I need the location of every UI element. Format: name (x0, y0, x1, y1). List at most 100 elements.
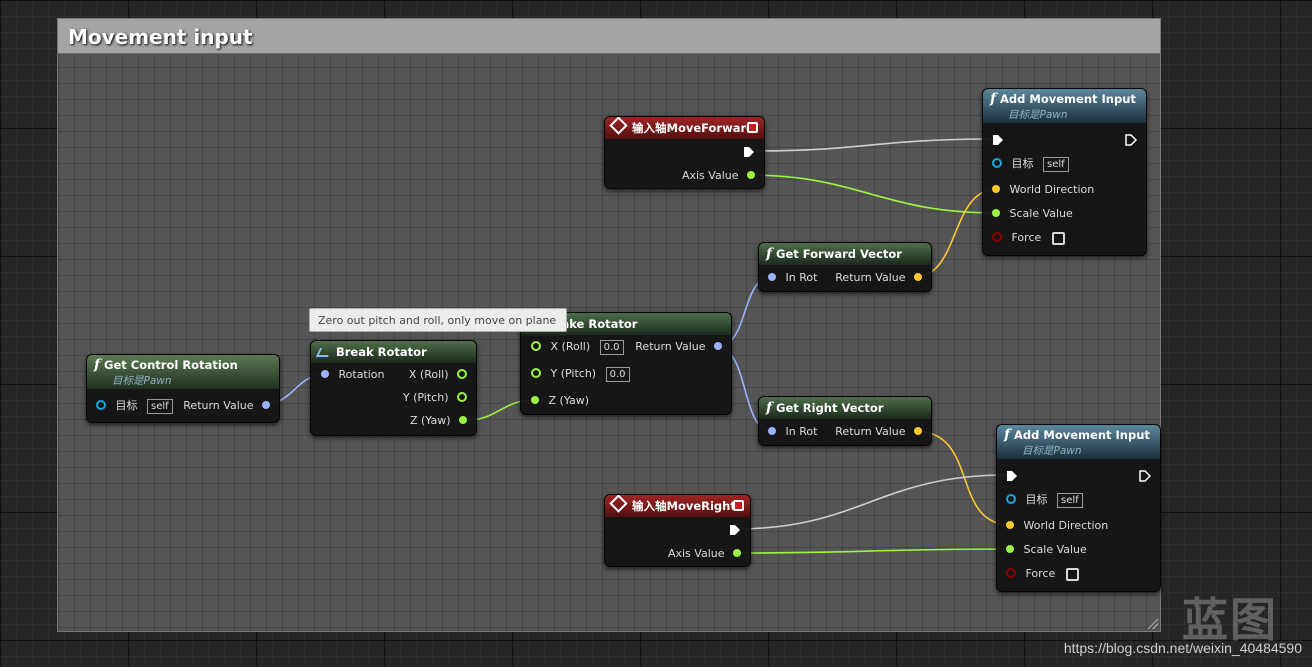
rotator-pin-icon[interactable] (714, 342, 722, 350)
node-title: Get Forward Vector (776, 247, 902, 261)
vector-pin-icon[interactable] (1006, 521, 1014, 529)
bool-pin-icon[interactable] (992, 232, 1002, 242)
pin-return-value[interactable]: Return Value (835, 270, 922, 286)
node-get-right-vector[interactable]: f Get Right Vector In Rot Return Value (758, 396, 932, 446)
pin-label: Rotation (338, 368, 385, 381)
node-header: f Get Right Vector (759, 397, 931, 419)
node-header: 输入轴MoveRight (605, 495, 750, 517)
pin-label: Return Value (835, 271, 906, 284)
pin-world-direction[interactable]: World Direction (1006, 518, 1108, 534)
float-pin-icon[interactable] (992, 209, 1000, 217)
float-pin-icon[interactable] (747, 171, 755, 179)
object-pin-icon[interactable] (1006, 494, 1016, 504)
node-header: 输入轴MoveForward (605, 117, 764, 139)
exec-pin-icon[interactable] (729, 524, 741, 536)
vector-pin-icon[interactable] (914, 273, 922, 281)
pin-force[interactable]: Force (992, 230, 1065, 246)
event-icon (609, 495, 628, 513)
float-pin-icon[interactable] (531, 368, 541, 378)
delegate-pin-icon[interactable] (733, 500, 744, 511)
exec-pin-icon[interactable] (992, 134, 1004, 146)
pin-target[interactable]: 目标 self (1006, 492, 1083, 508)
force-checkbox[interactable] (1051, 231, 1065, 245)
node-get-forward-vector[interactable]: f Get Forward Vector In Rot Return Value (758, 242, 932, 292)
pin-exec-out[interactable] (743, 144, 755, 160)
float-pin-icon[interactable] (1006, 545, 1014, 553)
pin-label: World Direction (1009, 183, 1095, 196)
pin-exec-out[interactable] (729, 522, 741, 538)
float-pin-icon[interactable] (733, 549, 741, 557)
float-pin-icon[interactable] (531, 341, 541, 351)
function-icon: f (766, 400, 773, 416)
pin-exec-in[interactable] (992, 132, 1004, 148)
comment-title[interactable]: Movement input (58, 19, 1160, 54)
pin-y-pitch[interactable]: Y (Pitch) (403, 390, 467, 406)
watermark-url: https://blog.csdn.net/weixin_40484590 (1063, 640, 1302, 656)
rotator-pin-icon[interactable] (768, 273, 776, 281)
rotator-pin-icon[interactable] (321, 370, 329, 378)
x-roll-field[interactable]: 0.0 (599, 339, 624, 355)
pin-target[interactable]: 目标 self (96, 398, 173, 414)
pin-exec-out[interactable] (1125, 132, 1137, 148)
pin-x-roll[interactable]: X (Roll) 0.0 (531, 339, 624, 355)
event-icon (609, 117, 628, 135)
node-input-move-right[interactable]: 输入轴MoveRight Axis Value (604, 494, 751, 567)
pin-label: Return Value (835, 425, 906, 438)
pin-label: In Rot (785, 271, 818, 284)
pin-return-value[interactable]: Return Value (183, 398, 270, 414)
function-icon: f (1004, 427, 1011, 443)
node-add-movement-input-right[interactable]: f Add Movement Input 目标是Pawn 目标 self Worl… (996, 424, 1161, 592)
vector-pin-icon[interactable] (992, 185, 1000, 193)
exec-pin-icon[interactable] (1006, 470, 1018, 482)
pin-label: 目标 (115, 399, 138, 412)
rotator-pin-icon[interactable] (768, 427, 776, 435)
node-title: Get Control Rotation (104, 358, 238, 372)
float-pin-icon[interactable] (457, 392, 467, 402)
object-pin-icon[interactable] (96, 400, 106, 410)
pin-return-value[interactable]: Return Value (835, 424, 922, 440)
pin-label: Y (Pitch) (402, 391, 449, 404)
exec-pin-icon[interactable] (743, 146, 755, 158)
node-input-move-forward[interactable]: 输入轴MoveForward Axis Value (604, 116, 765, 189)
pin-exec-out[interactable] (1139, 468, 1151, 484)
target-default-field[interactable]: self (1043, 156, 1069, 172)
bool-pin-icon[interactable] (1006, 568, 1016, 578)
float-pin-icon[interactable] (531, 396, 539, 404)
pin-in-rot[interactable]: In Rot (768, 424, 817, 440)
pin-rotation[interactable]: Rotation (321, 367, 385, 383)
node-break-rotator[interactable]: Break Rotator Rotation X (Roll) Y (Pitch… (310, 340, 477, 436)
pin-z-yaw[interactable]: Z (Yaw) (531, 393, 589, 409)
rotator-pin-icon[interactable] (262, 401, 270, 409)
float-pin-icon[interactable] (457, 369, 467, 379)
pin-label: X (Roll) (408, 368, 449, 381)
pin-label: 目标 (1025, 493, 1048, 506)
pin-in-rot[interactable]: In Rot (768, 270, 817, 286)
pin-exec-in[interactable] (1006, 468, 1018, 484)
pin-axis-value[interactable]: Axis Value (668, 546, 741, 562)
pin-target[interactable]: 目标 self (992, 156, 1069, 172)
node-add-movement-input-forward[interactable]: f Add Movement Input 目标是Pawn 目标 self Worl… (982, 88, 1147, 256)
pin-scale-value[interactable]: Scale Value (992, 206, 1073, 222)
pin-x-roll[interactable]: X (Roll) (409, 367, 467, 383)
comment-resize-handle[interactable] (1146, 617, 1158, 629)
pin-y-pitch[interactable]: Y (Pitch) 0.0 (531, 366, 630, 382)
pin-world-direction[interactable]: World Direction (992, 182, 1094, 198)
float-pin-icon[interactable] (459, 416, 467, 424)
y-pitch-field[interactable]: 0.0 (605, 366, 630, 382)
node-get-control-rotation[interactable]: f Get Control Rotation 目标是Pawn 目标 self Re… (86, 354, 280, 423)
object-pin-icon[interactable] (992, 158, 1002, 168)
target-default-field[interactable]: self (147, 398, 173, 414)
pin-scale-value[interactable]: Scale Value (1006, 542, 1087, 558)
exec-pin-icon[interactable] (1139, 470, 1151, 482)
vector-pin-icon[interactable] (914, 427, 922, 435)
target-default-field[interactable]: self (1057, 492, 1083, 508)
pin-force[interactable]: Force (1006, 566, 1079, 582)
pin-return-value[interactable]: Return Value (635, 339, 722, 355)
force-checkbox[interactable] (1065, 567, 1079, 581)
function-icon: f (94, 357, 101, 373)
pin-axis-value[interactable]: Axis Value (682, 168, 755, 184)
pin-z-yaw[interactable]: Z (Yaw) (410, 413, 467, 429)
delegate-pin-icon[interactable] (747, 122, 758, 133)
exec-pin-icon[interactable] (1125, 134, 1137, 146)
node-header: f Add Movement Input 目标是Pawn (983, 89, 1146, 123)
